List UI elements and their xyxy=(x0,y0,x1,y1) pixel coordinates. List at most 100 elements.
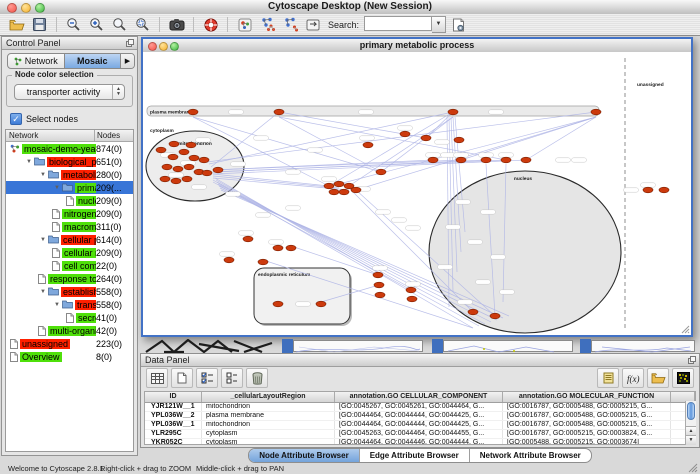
view-manager-icon[interactable] xyxy=(303,15,324,34)
column-header-annotation-go-cellular-component[interactable]: annotation.GO CELLULAR_COMPONENT xyxy=(335,392,503,402)
tree-row-multi-organism-pro[interactable]: multi-organism pro42(0) xyxy=(6,324,133,337)
unselect-attributes-icon[interactable] xyxy=(221,368,243,388)
gene-node[interactable] xyxy=(375,292,385,298)
gene-node[interactable] xyxy=(373,272,383,278)
zoom-fit-icon[interactable] xyxy=(109,15,130,34)
tree-row-unassigned[interactable]: unassigned223(0) xyxy=(6,337,133,350)
gene-node[interactable] xyxy=(406,287,416,293)
gene-node[interactable] xyxy=(448,109,458,115)
gene-node[interactable] xyxy=(184,164,194,170)
tab-overflow-arrow-icon[interactable]: ▶ xyxy=(120,54,134,68)
gene-node[interactable] xyxy=(179,149,189,155)
zoom-selected-icon[interactable] xyxy=(132,15,153,34)
tree-row-overview[interactable]: Overview8(0) xyxy=(6,350,133,363)
tab-network-attribute-browser[interactable]: Network Attribute Browser xyxy=(469,449,591,462)
table-vertical-scrollbar[interactable]: ▲ ▼ xyxy=(685,401,696,445)
gene-node[interactable] xyxy=(273,245,283,251)
select-nodes-checkbox[interactable]: ✓ xyxy=(10,113,22,125)
gene-node[interactable] xyxy=(376,169,386,175)
gene-node[interactable] xyxy=(156,147,166,153)
table-row-ypl036w-2[interactable]: YPL036W__2plasma membrane[GO:0044464, GO… xyxy=(145,412,695,421)
gene-node[interactable] xyxy=(421,135,431,141)
tree-row-biological-process[interactable]: ▼biological_process651(0) xyxy=(6,155,133,168)
vizmapper-icon[interactable] xyxy=(234,15,255,34)
float-panel-icon[interactable] xyxy=(126,39,134,47)
gene-node[interactable] xyxy=(374,282,384,288)
gene-node[interactable] xyxy=(169,141,179,147)
gene-node[interactable] xyxy=(351,187,361,193)
matrix-heatmap-icon[interactable] xyxy=(672,368,694,388)
scrollbar-thumb[interactable] xyxy=(687,402,695,420)
gene-node[interactable] xyxy=(173,166,183,172)
tree-row-macromolecule[interactable]: macromolecule311(0) xyxy=(6,220,133,233)
gene-node[interactable] xyxy=(456,157,466,163)
snapshot-camera-icon[interactable] xyxy=(166,15,187,34)
gene-node[interactable] xyxy=(400,131,410,137)
expand-triangle-icon[interactable]: ▼ xyxy=(38,237,48,243)
gene-node[interactable] xyxy=(286,245,296,251)
zoom-out-icon[interactable] xyxy=(63,15,84,34)
tree-row-cellular-process[interactable]: ▼cellular process614(0) xyxy=(6,233,133,246)
gene-node[interactable] xyxy=(643,187,653,193)
gene-node[interactable] xyxy=(186,142,196,148)
tree-row-cell-communicat[interactable]: cell communicat22(0) xyxy=(6,259,133,272)
view-resize-grip[interactable] xyxy=(681,325,690,334)
tree-column-nodes[interactable]: Nodes xyxy=(95,130,133,141)
zoom-in-icon[interactable] xyxy=(86,15,107,34)
gene-node[interactable] xyxy=(481,157,491,163)
tree-row-primary-metabol[interactable]: ▼primary metabol209(... xyxy=(6,181,133,194)
tree-row-transport[interactable]: ▼transport558(0) xyxy=(6,298,133,311)
float-panel-icon[interactable] xyxy=(688,356,696,364)
import-attributes-folder-icon[interactable] xyxy=(647,368,669,388)
gene-node[interactable] xyxy=(189,155,199,161)
gene-node[interactable] xyxy=(224,257,234,263)
tree-row-mosaic-demo-yeast[interactable]: mosaic-demo-yeast874(0) xyxy=(6,142,133,155)
notes-icon[interactable] xyxy=(597,368,619,388)
tab-mosaic[interactable]: Mosaic xyxy=(64,54,121,68)
gene-node[interactable] xyxy=(428,157,438,163)
tab-network[interactable]: Network xyxy=(8,54,64,68)
gene-node[interactable] xyxy=(521,157,531,163)
gene-node[interactable] xyxy=(213,167,223,173)
network-graph[interactable]: plasma membrane cytoplasm mitochondrion … xyxy=(143,52,691,335)
gene-node[interactable] xyxy=(490,313,500,319)
gene-node[interactable] xyxy=(273,301,283,307)
combobox-stepper-icon[interactable]: ▲▼ xyxy=(112,85,124,99)
gene-node[interactable] xyxy=(182,176,192,182)
gene-node[interactable] xyxy=(339,189,349,195)
attribute-grid-icon[interactable] xyxy=(146,368,168,388)
gene-node[interactable] xyxy=(329,189,339,195)
annotation-icon[interactable] xyxy=(448,15,469,34)
tree-row-nitrogen-compo[interactable]: nitrogen compo209(0) xyxy=(6,207,133,220)
gene-node[interactable] xyxy=(468,309,478,315)
tree-row-metabolic-process[interactable]: ▼metabolic process280(0) xyxy=(6,168,133,181)
network-canvas[interactable]: plasma membrane cytoplasm mitochondrion … xyxy=(143,52,691,335)
new-attribute-icon[interactable] xyxy=(171,368,193,388)
select-attributes-icon[interactable] xyxy=(196,368,218,388)
save-session-icon[interactable] xyxy=(29,15,50,34)
tree-row-establishment-of-lo[interactable]: ▼establishment of lo558(0) xyxy=(6,285,133,298)
table-row-yjr121w-1[interactable]: YJR121W__1mitochondrion[GO:0045267, GO:0… xyxy=(145,403,695,412)
gene-node[interactable] xyxy=(188,109,198,115)
expand-triangle-icon[interactable]: ▼ xyxy=(38,172,48,178)
table-row-ylr295c[interactable]: YLR295Ccytoplasm[GO:0045263, GO:0044464,… xyxy=(145,430,695,439)
scroll-down-arrow-icon[interactable]: ▼ xyxy=(686,435,696,445)
gene-node[interactable] xyxy=(199,157,209,163)
expand-triangle-icon[interactable]: ▼ xyxy=(38,289,48,295)
gene-node[interactable] xyxy=(160,176,170,182)
column-header-id[interactable]: ID xyxy=(145,392,202,402)
gene-node[interactable] xyxy=(324,183,334,189)
gene-node[interactable] xyxy=(334,181,344,187)
gene-node[interactable] xyxy=(454,137,464,143)
gene-node[interactable] xyxy=(243,236,253,242)
gene-node[interactable] xyxy=(659,187,669,193)
delete-attribute-trash-icon[interactable] xyxy=(246,368,268,388)
gene-node[interactable] xyxy=(168,154,178,160)
tree-row-nucleobase[interactable]: nucleobase-209(0) xyxy=(6,194,133,207)
gene-node[interactable] xyxy=(171,178,181,184)
help-lifering-icon[interactable] xyxy=(200,15,221,34)
destroy-view-icon[interactable] xyxy=(280,15,301,34)
gene-node[interactable] xyxy=(258,259,268,265)
column-header-annotation-go-molecular-function[interactable]: annotation.GO MOLECULAR_FUNCTION xyxy=(503,392,671,402)
gene-node[interactable] xyxy=(363,142,373,148)
